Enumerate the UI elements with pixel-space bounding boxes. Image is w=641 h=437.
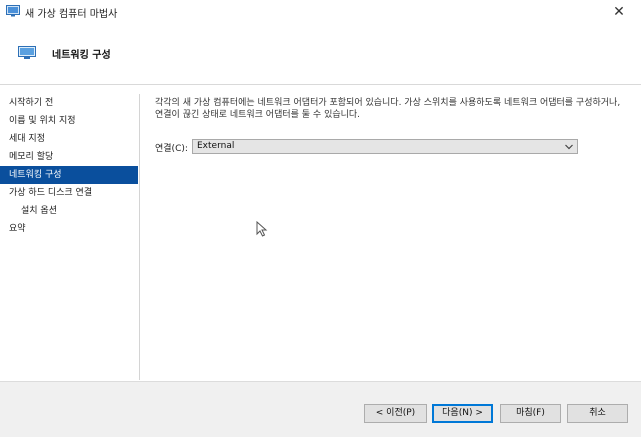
window-title: 새 가상 컴퓨터 마법사 xyxy=(25,9,118,20)
nav-item-name-and-location[interactable]: 이름 및 위치 지정 xyxy=(0,112,138,130)
nav-item-label: 시작하기 전 xyxy=(9,98,54,108)
nav-item-memory[interactable]: 메모리 할당 xyxy=(0,148,138,166)
mouse-cursor-icon xyxy=(256,221,268,237)
virtual-machine-icon xyxy=(6,5,20,17)
nav-item-before-you-begin[interactable]: 시작하기 전 xyxy=(0,94,138,112)
title-bar: 새 가상 컴퓨터 마법사 ✕ xyxy=(0,0,641,24)
previous-button[interactable]: < 이전(P) xyxy=(364,404,427,423)
wizard-footer: < 이전(P) 다음(N) > 마침(F) 취소 xyxy=(0,382,641,437)
nav-item-label: 메모리 할당 xyxy=(9,152,54,162)
nav-item-generation[interactable]: 세대 지정 xyxy=(0,130,138,148)
cancel-button[interactable]: 취소 xyxy=(567,404,628,423)
next-button[interactable]: 다음(N) > xyxy=(432,404,493,423)
close-icon: ✕ xyxy=(613,4,625,20)
nav-item-summary[interactable]: 요약 xyxy=(0,220,138,238)
connection-field-row: 연결(C): External xyxy=(155,139,625,155)
connection-dropdown[interactable]: External xyxy=(192,139,578,154)
content-area: 시작하기 전 이름 및 위치 지정 세대 지정 메모리 할당 네트워킹 구성 가… xyxy=(0,85,641,381)
main-panel: 각각의 새 가상 컴퓨터에는 네트워크 어댑터가 포함되어 있습니다. 가상 스… xyxy=(155,97,625,154)
nav-item-label: 이름 및 위치 지정 xyxy=(9,116,76,126)
chevron-down-icon xyxy=(565,144,573,150)
description-text: 각각의 새 가상 컴퓨터에는 네트워크 어댑터가 포함되어 있습니다. 가상 스… xyxy=(155,98,621,120)
connection-selected-value: External xyxy=(197,141,235,151)
close-button[interactable]: ✕ xyxy=(603,0,635,24)
nav-item-networking[interactable]: 네트워킹 구성 xyxy=(0,166,138,184)
nav-item-label: 가상 하드 디스크 연결 xyxy=(9,188,93,198)
connection-label: 연결(C): xyxy=(155,144,188,154)
nav-item-installation-options[interactable]: 설치 옵션 xyxy=(0,202,138,220)
nav-item-virtual-hard-disk[interactable]: 가상 하드 디스크 연결 xyxy=(0,184,138,202)
page-title: 네트워킹 구성 xyxy=(52,50,111,61)
sidebar-divider xyxy=(139,94,140,380)
wizard-header: 네트워킹 구성 xyxy=(0,24,641,84)
nav-item-label: 설치 옵션 xyxy=(21,206,57,216)
finish-button[interactable]: 마침(F) xyxy=(500,404,561,423)
nav-item-label: 네트워킹 구성 xyxy=(9,170,62,180)
virtual-machine-icon xyxy=(18,46,36,59)
nav-item-label: 요약 xyxy=(9,224,26,234)
nav-item-label: 세대 지정 xyxy=(9,134,45,144)
wizard-steps-nav: 시작하기 전 이름 및 위치 지정 세대 지정 메모리 할당 네트워킹 구성 가… xyxy=(0,94,138,238)
